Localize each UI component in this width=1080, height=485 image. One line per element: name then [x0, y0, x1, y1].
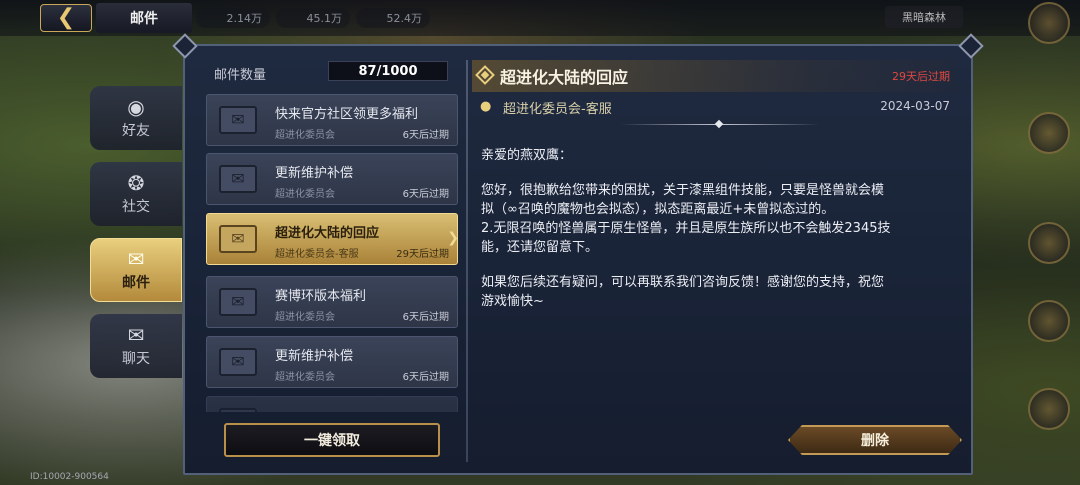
mail-detail-date: 2024-03-07: [880, 99, 950, 113]
back-button[interactable]: ❮: [40, 4, 92, 32]
mail-greeting: 亲爱的燕双鹰：: [481, 148, 573, 163]
mail-item-sender: 超进化委员会: [275, 372, 335, 383]
mail-body-line: 游戏愉快~: [481, 294, 544, 309]
tab-social[interactable]: ❂ 社交: [90, 162, 182, 226]
tab-mail[interactable]: ✉ 邮件: [90, 238, 182, 302]
mail-body-line: 拟（∞召唤的魔物也会拟态），拟态距离最近+未曾拟态过的。: [481, 202, 835, 217]
side-menu-icon[interactable]: [1028, 2, 1070, 44]
tab-friends[interactable]: ◉ 好友: [90, 86, 182, 150]
envelope-icon: ✉: [219, 165, 257, 193]
mail-item-sender: 超进化委员会: [275, 312, 335, 323]
resource-counter-3: 52.4万: [356, 8, 430, 28]
envelope-icon: ✉: [219, 106, 257, 134]
panel-divider: [466, 60, 468, 462]
mail-item-title: 更新维护补偿: [275, 166, 354, 181]
mail-item-title: 赛博环版本福利: [275, 289, 367, 304]
mail-list[interactable]: ✉ 快来官方社区领更多福利 超进化委员会 6天后过期 ✉ 更新维护补偿 超进化委…: [204, 90, 460, 412]
envelope-icon: ✉: [219, 225, 257, 253]
mail-body-line: 如果您后续还有疑问，可以再联系我们咨询反馈！感谢您的支持，祝您: [481, 275, 885, 290]
mail-item-sender: 超进化委员会: [275, 130, 335, 141]
page-title: 邮件: [96, 3, 192, 33]
top-bar: ❮ 邮件 2.14万 45.1万 52.4万 黑暗森林: [0, 0, 1080, 36]
mail-item-expire: 6天后过期: [402, 189, 449, 200]
mail-body-line: 能，还请您留意下。: [481, 240, 599, 255]
mail-item-expire: 29天后过期: [396, 249, 449, 260]
envelope-icon: ✉: [219, 348, 257, 376]
mail-body-line: 2.无限召唤的怪兽属于原生怪兽，并且是原生族所以也不会触发2345技: [481, 221, 891, 236]
tab-label: 邮件: [122, 274, 150, 291]
side-emblem-icon[interactable]: [1028, 222, 1070, 264]
mail-item-title: 超进化大陆的回应: [275, 226, 380, 241]
envelope-icon: ✉: [219, 288, 257, 316]
mail-item-sender: 超进化委员会: [275, 189, 335, 200]
side-emblem-icon[interactable]: [1028, 112, 1070, 154]
mail-body-line: 您好，很抱歉给您带来的困扰，关于漆黑组件技能，只要是怪兽就会模: [481, 183, 885, 198]
player-id-label: ID:10002-900564: [30, 472, 109, 482]
mail-list-item[interactable]: ✉ 更新维护补偿 超进化委员会 6天后过期: [206, 153, 458, 205]
region-label: 黑暗森林: [885, 6, 963, 28]
mail-detail-sender: 超进化委员会-客服: [503, 102, 612, 117]
envelope-icon: ✉: [219, 408, 257, 412]
tab-chat[interactable]: ✉ 聊天: [90, 314, 182, 378]
pin-icon: ◉: [127, 94, 145, 119]
mail-list-item-selected[interactable]: ✉ 超进化大陆的回应 超进化委员会-客服 29天后过期 ❯: [206, 213, 459, 265]
mail-item-title: 更新维护补偿: [275, 349, 354, 364]
mail-item-title: 快来官方社区领更多福利: [275, 107, 419, 122]
selected-arrow-icon: ❯: [447, 230, 459, 246]
tab-label: 聊天: [122, 350, 150, 367]
delete-button[interactable]: 删除: [788, 425, 962, 455]
mail-list-item[interactable]: ✉ 更新维护补偿 超进化委员会 6天后过期: [206, 336, 458, 388]
envelope-icon: ✉: [127, 246, 145, 271]
side-emblem-icon[interactable]: [1028, 300, 1070, 342]
network-icon: ❂: [127, 170, 145, 195]
mail-list-item[interactable]: ✉ 快来官方社区领更多福利 超进化委员会 6天后过期: [206, 94, 458, 146]
tab-label: 社交: [122, 198, 150, 215]
mail-detail-title: 超进化大陆的回应: [500, 68, 629, 87]
resource-counter-2: 45.1万: [276, 8, 350, 28]
mail-item-expire: 6天后过期: [402, 130, 449, 141]
chat-bubble-icon: ✉: [127, 322, 145, 347]
side-emblem-icon[interactable]: [1028, 388, 1070, 430]
mail-item-expire: 6天后过期: [402, 372, 449, 383]
back-arrow-icon: ❮: [56, 5, 76, 30]
mail-list-item[interactable]: ✉: [206, 396, 458, 412]
mail-count-label: 邮件数量: [214, 68, 267, 83]
mail-list-item[interactable]: ✉ 赛博环版本福利 超进化委员会 6天后过期: [206, 276, 458, 328]
mail-item-sender: 超进化委员会-客服: [275, 249, 359, 260]
tab-label: 好友: [122, 122, 150, 139]
lightbulb-icon: ●: [480, 99, 492, 114]
collect-all-button[interactable]: 一键领取: [224, 423, 440, 457]
mail-count-value: 87/1000: [328, 61, 448, 81]
mail-item-expire: 6天后过期: [402, 312, 449, 323]
mail-detail-expire: 29天后过期: [892, 70, 950, 83]
resource-counter-1: 2.14万: [196, 8, 270, 28]
